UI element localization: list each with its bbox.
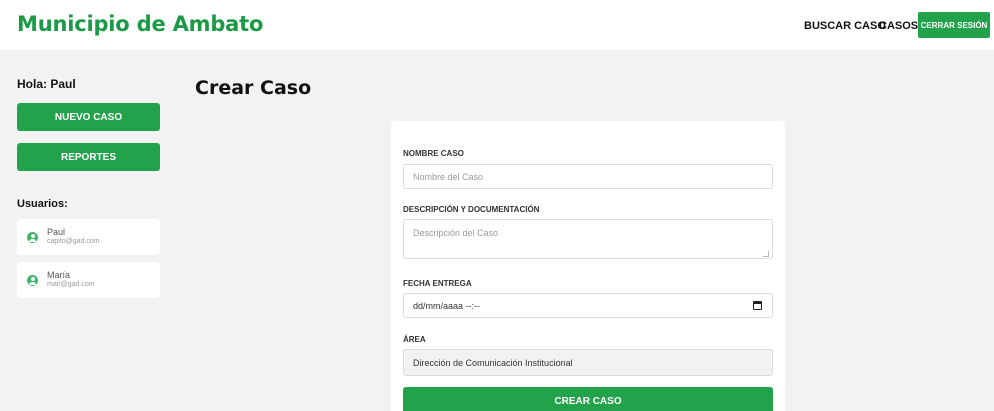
nav-casos[interactable]: CASOS [879, 20, 918, 32]
user-name: María [47, 270, 71, 280]
description-label: DESCRIPCIÓN Y DOCUMENTACIÓN [403, 205, 540, 214]
due-date-input[interactable]: dd/mm/aaaa --:-- [403, 293, 773, 318]
description-textarea[interactable] [403, 219, 773, 259]
logout-button[interactable]: CERRAR SESIÓN [918, 12, 990, 38]
due-date-label: FECHA ENTREGA [403, 279, 472, 288]
case-name-input[interactable] [403, 164, 773, 189]
users-heading: Usuarios: [17, 198, 68, 210]
case-name-label: NOMBRE CASO [403, 149, 464, 158]
brand-title: Municipio de Ambato [17, 12, 264, 36]
greeting-text: Hola: Paul [17, 77, 76, 91]
area-label: ÁREA [403, 335, 426, 344]
user-card-maria[interactable]: María mari@gad.com [17, 262, 160, 298]
new-case-button[interactable]: NUEVO CASO [17, 103, 160, 131]
user-email: capito@gad.com [47, 238, 100, 245]
top-header: Municipio de Ambato BUSCAR CASO CASOS CE… [0, 0, 994, 50]
user-name: Paul [47, 227, 66, 237]
create-case-button[interactable]: CREAR CASO [403, 387, 773, 411]
user-circle-icon [27, 275, 38, 286]
page-title: Crear Caso [195, 77, 312, 99]
user-circle-icon [27, 232, 38, 243]
create-case-form: NOMBRE CASO DESCRIPCIÓN Y DOCUMENTACIÓN … [391, 121, 785, 411]
due-date-value: dd/mm/aaaa --:-- [413, 301, 481, 311]
user-card-paul[interactable]: Paul capito@gad.com [17, 219, 160, 255]
nav-buscar-caso[interactable]: BUSCAR CASO [804, 20, 886, 32]
resize-handle-icon[interactable] [763, 251, 769, 257]
user-email: mari@gad.com [47, 281, 95, 288]
area-field[interactable] [403, 349, 773, 376]
reports-button[interactable]: REPORTES [17, 143, 160, 171]
calendar-icon[interactable] [753, 301, 762, 310]
